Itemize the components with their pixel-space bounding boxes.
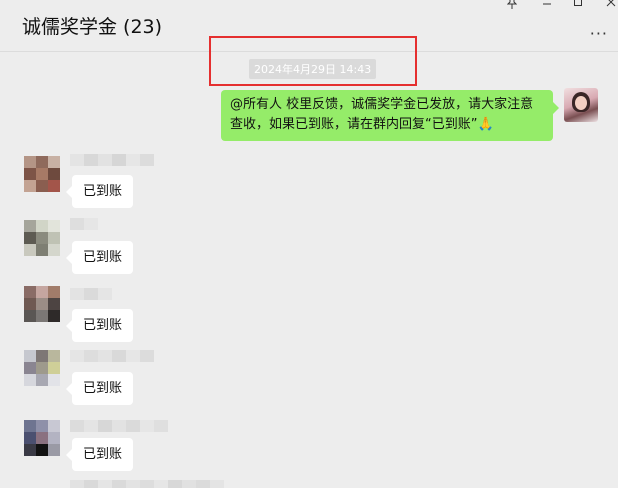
self-avatar[interactable]	[564, 88, 598, 122]
sender-nickname	[70, 218, 98, 230]
outgoing-message-bubble[interactable]: @所有人 校里反馈，诚儒奖学金已发放，请大家注意查收，如果已到账，请在群内回复“…	[221, 90, 559, 141]
close-icon[interactable]	[604, 0, 618, 12]
message-bubble[interactable]: 已到账	[65, 175, 134, 208]
incoming-message: 已到账	[0, 418, 618, 484]
highlight-box: 2024年4月29日 14:43	[209, 36, 417, 86]
message-bubble[interactable]: 已到账	[65, 438, 134, 471]
minimize-icon[interactable]	[540, 0, 554, 12]
incoming-message: 已到账	[0, 218, 618, 284]
message-timestamp: 2024年4月29日 14:43	[249, 59, 377, 79]
avatar[interactable]	[24, 350, 60, 386]
message-bubble[interactable]: 已到账	[65, 372, 134, 405]
avatar[interactable]	[24, 220, 60, 256]
avatar[interactable]	[24, 420, 60, 456]
message-bubble[interactable]: 已到账	[65, 241, 134, 274]
maximize-icon[interactable]	[571, 0, 585, 12]
message-bubble[interactable]: 已到账	[65, 309, 134, 342]
incoming-message: 已到账	[0, 284, 618, 350]
incoming-message: 已到账	[0, 154, 618, 220]
sender-nickname	[70, 288, 112, 300]
sender-nickname	[70, 154, 154, 166]
chat-title: 诚儒奖学金 (23)	[22, 16, 163, 38]
pin-icon[interactable]	[505, 0, 519, 12]
more-icon[interactable]: ···	[590, 24, 608, 43]
avatar[interactable]	[24, 156, 60, 192]
truncated-system-message	[70, 480, 224, 488]
sender-nickname	[70, 420, 168, 432]
incoming-message: 已到账	[0, 348, 618, 414]
sender-nickname	[70, 350, 154, 362]
avatar[interactable]	[24, 286, 60, 322]
